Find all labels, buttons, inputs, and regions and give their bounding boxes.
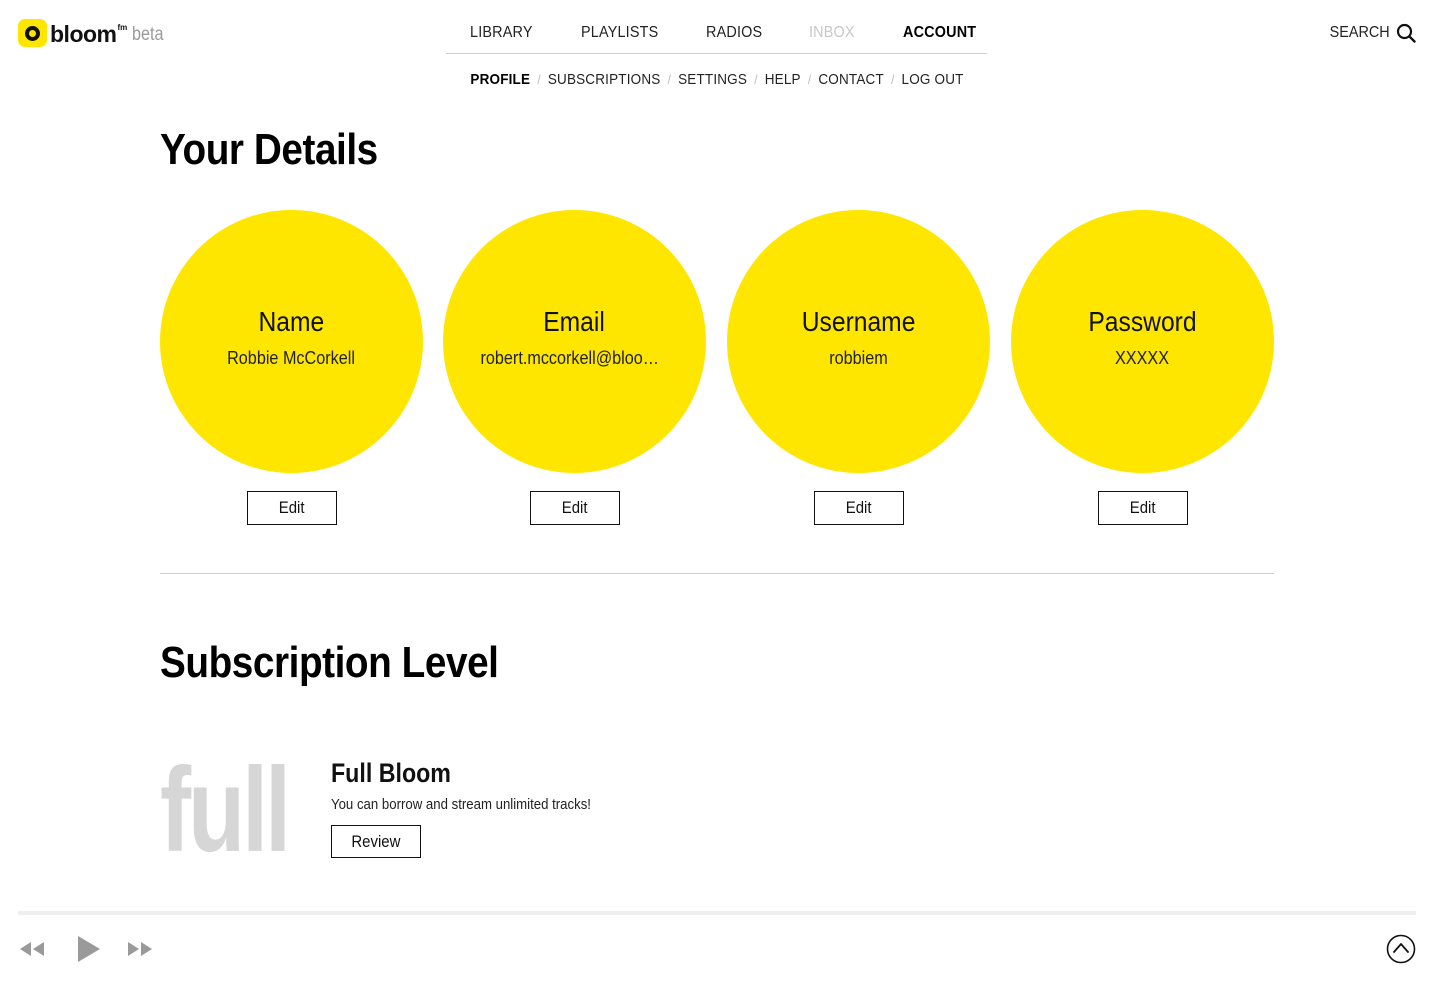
- detail-circle: Password XXXXX: [1011, 210, 1274, 473]
- brand-superscript: fm: [117, 23, 128, 32]
- subnav-item-settings[interactable]: SETTINGS: [678, 71, 747, 88]
- subnav-separator: /: [537, 72, 541, 87]
- section-divider: [160, 573, 1274, 574]
- detail-label: Password: [1088, 306, 1197, 337]
- brand-logo[interactable]: bloom fm beta: [18, 19, 169, 47]
- detail-card-password: Password XXXXX Edit: [1011, 210, 1274, 525]
- edit-username-button[interactable]: Edit: [813, 491, 904, 525]
- subnav-separator: /: [891, 72, 895, 87]
- edit-name-button[interactable]: Edit: [246, 491, 337, 525]
- play-icon[interactable]: [76, 934, 102, 964]
- nav-item-playlists[interactable]: PLAYLISTS: [581, 24, 658, 42]
- subnav-item-help[interactable]: HELP: [765, 71, 801, 88]
- detail-value: XXXXX: [1115, 348, 1170, 368]
- detail-value: robbiem: [829, 348, 888, 368]
- detail-card-email: Email robert.mccorkell@bloom.fm Edit: [443, 210, 706, 525]
- nav-item-account[interactable]: ACCOUNT: [903, 24, 976, 42]
- subscription-description: You can borrow and stream unlimited trac…: [331, 796, 591, 813]
- subnav-separator: /: [754, 72, 758, 87]
- search-button[interactable]: SEARCH: [1323, 23, 1416, 43]
- subscription-plan-name: Full Bloom: [331, 758, 451, 788]
- detail-card-username: Username robbiem Edit: [727, 210, 990, 525]
- detail-label: Username: [801, 306, 916, 337]
- fast-forward-icon[interactable]: [126, 940, 154, 958]
- detail-circle: Username robbiem: [727, 210, 990, 473]
- bloom-logo-icon: [18, 19, 47, 47]
- detail-circle: Name Robbie McCorkell: [160, 210, 423, 473]
- detail-circle: Email robert.mccorkell@bloom.fm: [443, 210, 706, 473]
- review-subscription-button[interactable]: Review: [331, 825, 421, 858]
- nav-item-library[interactable]: LIBRARY: [470, 24, 533, 42]
- subscription-level: full Full Bloom You can borrow and strea…: [160, 740, 860, 877]
- subnav-item-contact[interactable]: CONTACT: [818, 71, 884, 88]
- search-label: SEARCH: [1329, 24, 1390, 41]
- edit-password-button[interactable]: Edit: [1097, 491, 1188, 525]
- rewind-icon[interactable]: [18, 940, 46, 958]
- detail-value: robert.mccorkell@bloom.fm: [480, 348, 669, 368]
- brand-name: bloom: [50, 21, 117, 47]
- main-nav: LIBRARY PLAYLISTS RADIOS INBOX ACCOUNT: [446, 22, 987, 54]
- subnav-item-logout[interactable]: LOG OUT: [902, 71, 964, 88]
- edit-email-button[interactable]: Edit: [529, 491, 620, 525]
- details-fields: Name Robbie McCorkell Edit Email robert.…: [160, 210, 1274, 530]
- subnav-item-subscriptions[interactable]: SUBSCRIPTIONS: [548, 71, 661, 88]
- player-progress-bar[interactable]: [18, 911, 1416, 915]
- detail-label: Email: [543, 306, 606, 337]
- subscription-title: Subscription Level: [160, 638, 499, 687]
- subnav-separator: /: [667, 72, 671, 87]
- detail-label: Name: [258, 306, 325, 337]
- brand-tag: beta: [132, 24, 164, 45]
- nav-item-radios[interactable]: RADIOS: [706, 24, 762, 42]
- details-title: Your Details: [160, 125, 378, 174]
- subnav-item-profile[interactable]: PROFILE: [470, 71, 530, 88]
- account-subnav: PROFILE / SUBSCRIPTIONS / SETTINGS / HEL…: [0, 71, 1434, 88]
- subnav-separator: /: [807, 72, 812, 87]
- chevron-up-circle-icon[interactable]: [1386, 934, 1416, 964]
- detail-value: Robbie McCorkell: [227, 348, 356, 368]
- subscription-level-badge: full: [160, 743, 291, 877]
- detail-card-name: Name Robbie McCorkell Edit: [160, 210, 423, 525]
- search-icon: [1396, 23, 1416, 43]
- nav-item-inbox[interactable]: INBOX: [809, 24, 855, 42]
